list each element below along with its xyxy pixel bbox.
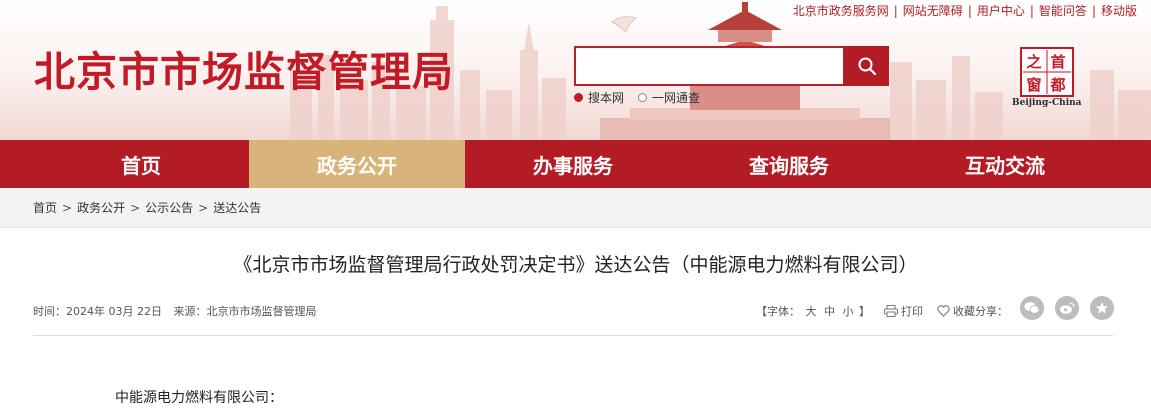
print-button[interactable]: 打印: [884, 303, 923, 319]
share-weibo-button[interactable]: [1055, 296, 1079, 320]
meta-source: 来源：北京市市场监督管理局: [173, 305, 317, 318]
scope-label: 搜本网: [588, 91, 625, 105]
weibo-icon: [1060, 302, 1075, 314]
breadcrumb-government-affairs[interactable]: 政务公开: [77, 199, 125, 216]
top-link-mobile[interactable]: 移动版: [1101, 4, 1137, 18]
nav-item-government-affairs[interactable]: 政务公开: [249, 140, 465, 188]
article-salutation: 中能源电力燃料有限公司：: [115, 390, 283, 406]
search-icon: [858, 57, 876, 76]
top-link-portal[interactable]: 北京市政务服务网: [793, 4, 889, 18]
share-favorite-button[interactable]: [1090, 296, 1114, 320]
search-button[interactable]: [844, 46, 889, 86]
nav-item-interaction[interactable]: 互动交流: [897, 140, 1113, 188]
scope-this-site[interactable]: 搜本网: [574, 89, 624, 106]
nav-item-services[interactable]: 办事服务: [465, 140, 681, 188]
search-input[interactable]: [576, 48, 843, 84]
svg-text:首: 首: [1050, 53, 1065, 71]
capital-window-seal-logo: 首 都 之 窗: [1020, 47, 1074, 97]
radio-unselected-icon: [638, 93, 648, 102]
breadcrumb-separator: >: [198, 200, 209, 215]
seal-caption: Beijing-China: [1012, 98, 1082, 108]
search-scope: 搜本网 一网通查: [574, 89, 714, 106]
font-size-small[interactable]: 小: [843, 305, 854, 318]
star-icon: [1095, 302, 1109, 314]
top-links: 北京市政务服务网 | 网站无障碍 | 用户中心 | 智能问答 | 移动版: [788, 2, 1141, 19]
dove-graphic: [611, 16, 638, 33]
breadcrumb-home[interactable]: 首页: [33, 199, 57, 216]
breadcrumb-separator: >: [130, 200, 141, 215]
article-tools: 【字体： 大 中 小 】 打印 收藏: [756, 303, 975, 319]
wechat-icon: [1024, 302, 1040, 314]
breadcrumb-service-notice[interactable]: 送达公告: [213, 199, 261, 216]
top-link-user-center[interactable]: 用户中心: [977, 4, 1025, 18]
nav-item-home[interactable]: 首页: [33, 140, 249, 188]
svg-text:之: 之: [1026, 53, 1041, 71]
font-size-control: 【字体： 大 中 小 】: [756, 305, 870, 318]
article-meta: 时间：2024年 03月 22日 来源：北京市市场监督管理局: [33, 303, 324, 319]
top-link-smart-qa[interactable]: 智能问答: [1039, 4, 1087, 18]
font-size-medium[interactable]: 中: [824, 305, 835, 318]
printer-icon: [884, 305, 898, 317]
font-size-large[interactable]: 大: [806, 305, 817, 318]
site-header: 北京市市场监督管理局 北京市政务服务网 | 网站无障碍 | 用户中心 | 智能问答 | 移动版 …: [0, 0, 1151, 140]
svg-text:窗: 窗: [1026, 76, 1041, 94]
article-divider: [33, 335, 1113, 336]
breadcrumb-separator: >: [62, 200, 73, 215]
top-link-accessibility[interactable]: 网站无障碍: [903, 4, 963, 18]
radio-selected-icon: [574, 93, 583, 102]
share-label: 分享：: [975, 305, 1008, 318]
site-title: 北京市市场监督管理局: [34, 48, 454, 96]
share-wechat-button[interactable]: [1020, 296, 1044, 320]
search-box: [574, 46, 845, 86]
breadcrumb-announcements[interactable]: 公示公告: [145, 199, 193, 216]
favorite-button[interactable]: 收藏: [937, 303, 975, 319]
breadcrumb: 首页 > 政务公开 > 公示公告 > 送达公告: [0, 188, 1151, 228]
main-nav: 首页 政务公开 办事服务 查询服务 互动交流: [0, 140, 1151, 188]
scope-one-network[interactable]: 一网通查: [638, 89, 700, 106]
svg-text:都: 都: [1049, 76, 1065, 94]
scope-label: 一网通查: [652, 91, 701, 105]
heart-icon: [937, 305, 950, 317]
nav-item-query[interactable]: 查询服务: [681, 140, 897, 188]
meta-time: 时间：2024年 03月 22日: [33, 305, 162, 318]
article-title: 《北京市市场监督管理局行政处罚决定书》送达公告（中能源电力燃料有限公司）: [233, 254, 918, 276]
